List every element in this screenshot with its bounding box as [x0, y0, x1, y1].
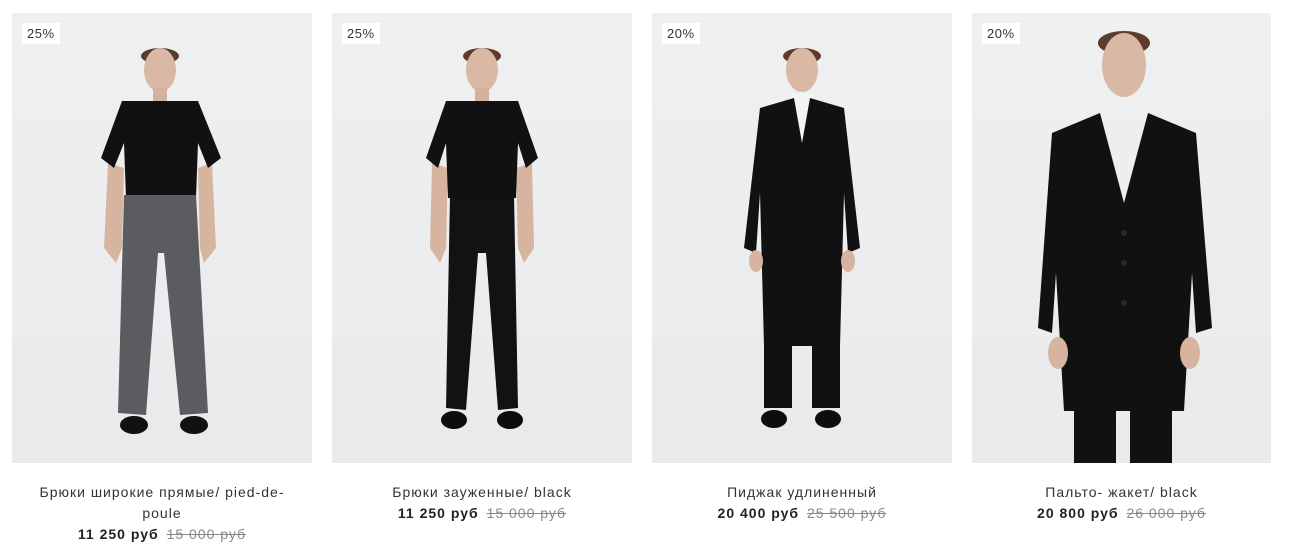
product-title[interactable]: Пальто- жакет/ black [986, 482, 1257, 503]
product-photo[interactable]: 20% [972, 13, 1271, 463]
discount-badge: 25% [342, 23, 380, 44]
product-photo[interactable]: 25% [332, 13, 632, 463]
price-row: 20 800 руб 26 000 руб [986, 503, 1257, 524]
product-info: Пальто- жакет/ black 20 800 руб 26 000 р… [972, 463, 1271, 524]
model-in-long-jacket-image [744, 48, 860, 428]
price-row: 11 250 руб 15 000 руб [346, 503, 618, 524]
model-in-coat-jacket-image [1038, 31, 1212, 463]
discount-badge: 20% [662, 23, 700, 44]
model-in-wide-trousers-image [101, 48, 221, 434]
discount-badge: 25% [22, 23, 60, 44]
product-title[interactable]: Пиджак удлиненный [666, 482, 938, 503]
current-price: 11 250 руб [77, 526, 159, 542]
product-photo[interactable]: 20% [652, 13, 952, 463]
old-price: 25 500 руб [806, 505, 887, 521]
product-info: Пиджак удлиненный 20 400 руб 25 500 руб [652, 463, 952, 524]
current-price: 20 800 руб [1037, 505, 1119, 521]
product-card[interactable]: 20% Пальто- жакет/ black 20 800 руб 26 0… [972, 13, 1271, 550]
price-row: 11 250 руб 15 000 руб [26, 524, 298, 545]
discount-badge: 20% [982, 23, 1020, 44]
product-info: Брюки широкие прямые/ pied-de-poule 11 2… [12, 463, 312, 545]
product-title[interactable]: Брюки зауженные/ black [346, 482, 618, 503]
old-price: 15 000 руб [486, 505, 567, 521]
product-card[interactable]: 25% Брюки широкие прямые/ pied-de-poule … [12, 13, 312, 550]
current-price: 11 250 руб [397, 505, 479, 521]
old-price: 26 000 руб [1126, 505, 1206, 521]
product-card[interactable]: 20% Пиджак удлиненный 20 400 руб 25 500 … [652, 13, 952, 550]
product-info: Брюки зауженные/ black 11 250 руб 15 000… [332, 463, 632, 524]
product-grid: 25% Брюки широкие прямые/ pied-de-poule … [0, 0, 1293, 550]
price-row: 20 400 руб 25 500 руб [666, 503, 938, 524]
old-price: 15 000 руб [166, 526, 247, 542]
product-photo[interactable]: 25% [12, 13, 312, 463]
product-card[interactable]: 25% Брюки зауженные/ black 11 250 руб 15… [332, 13, 632, 550]
model-in-slim-trousers-image [426, 48, 538, 429]
current-price: 20 400 руб [717, 505, 800, 521]
product-title[interactable]: Брюки широкие прямые/ pied-de-poule [26, 482, 298, 524]
